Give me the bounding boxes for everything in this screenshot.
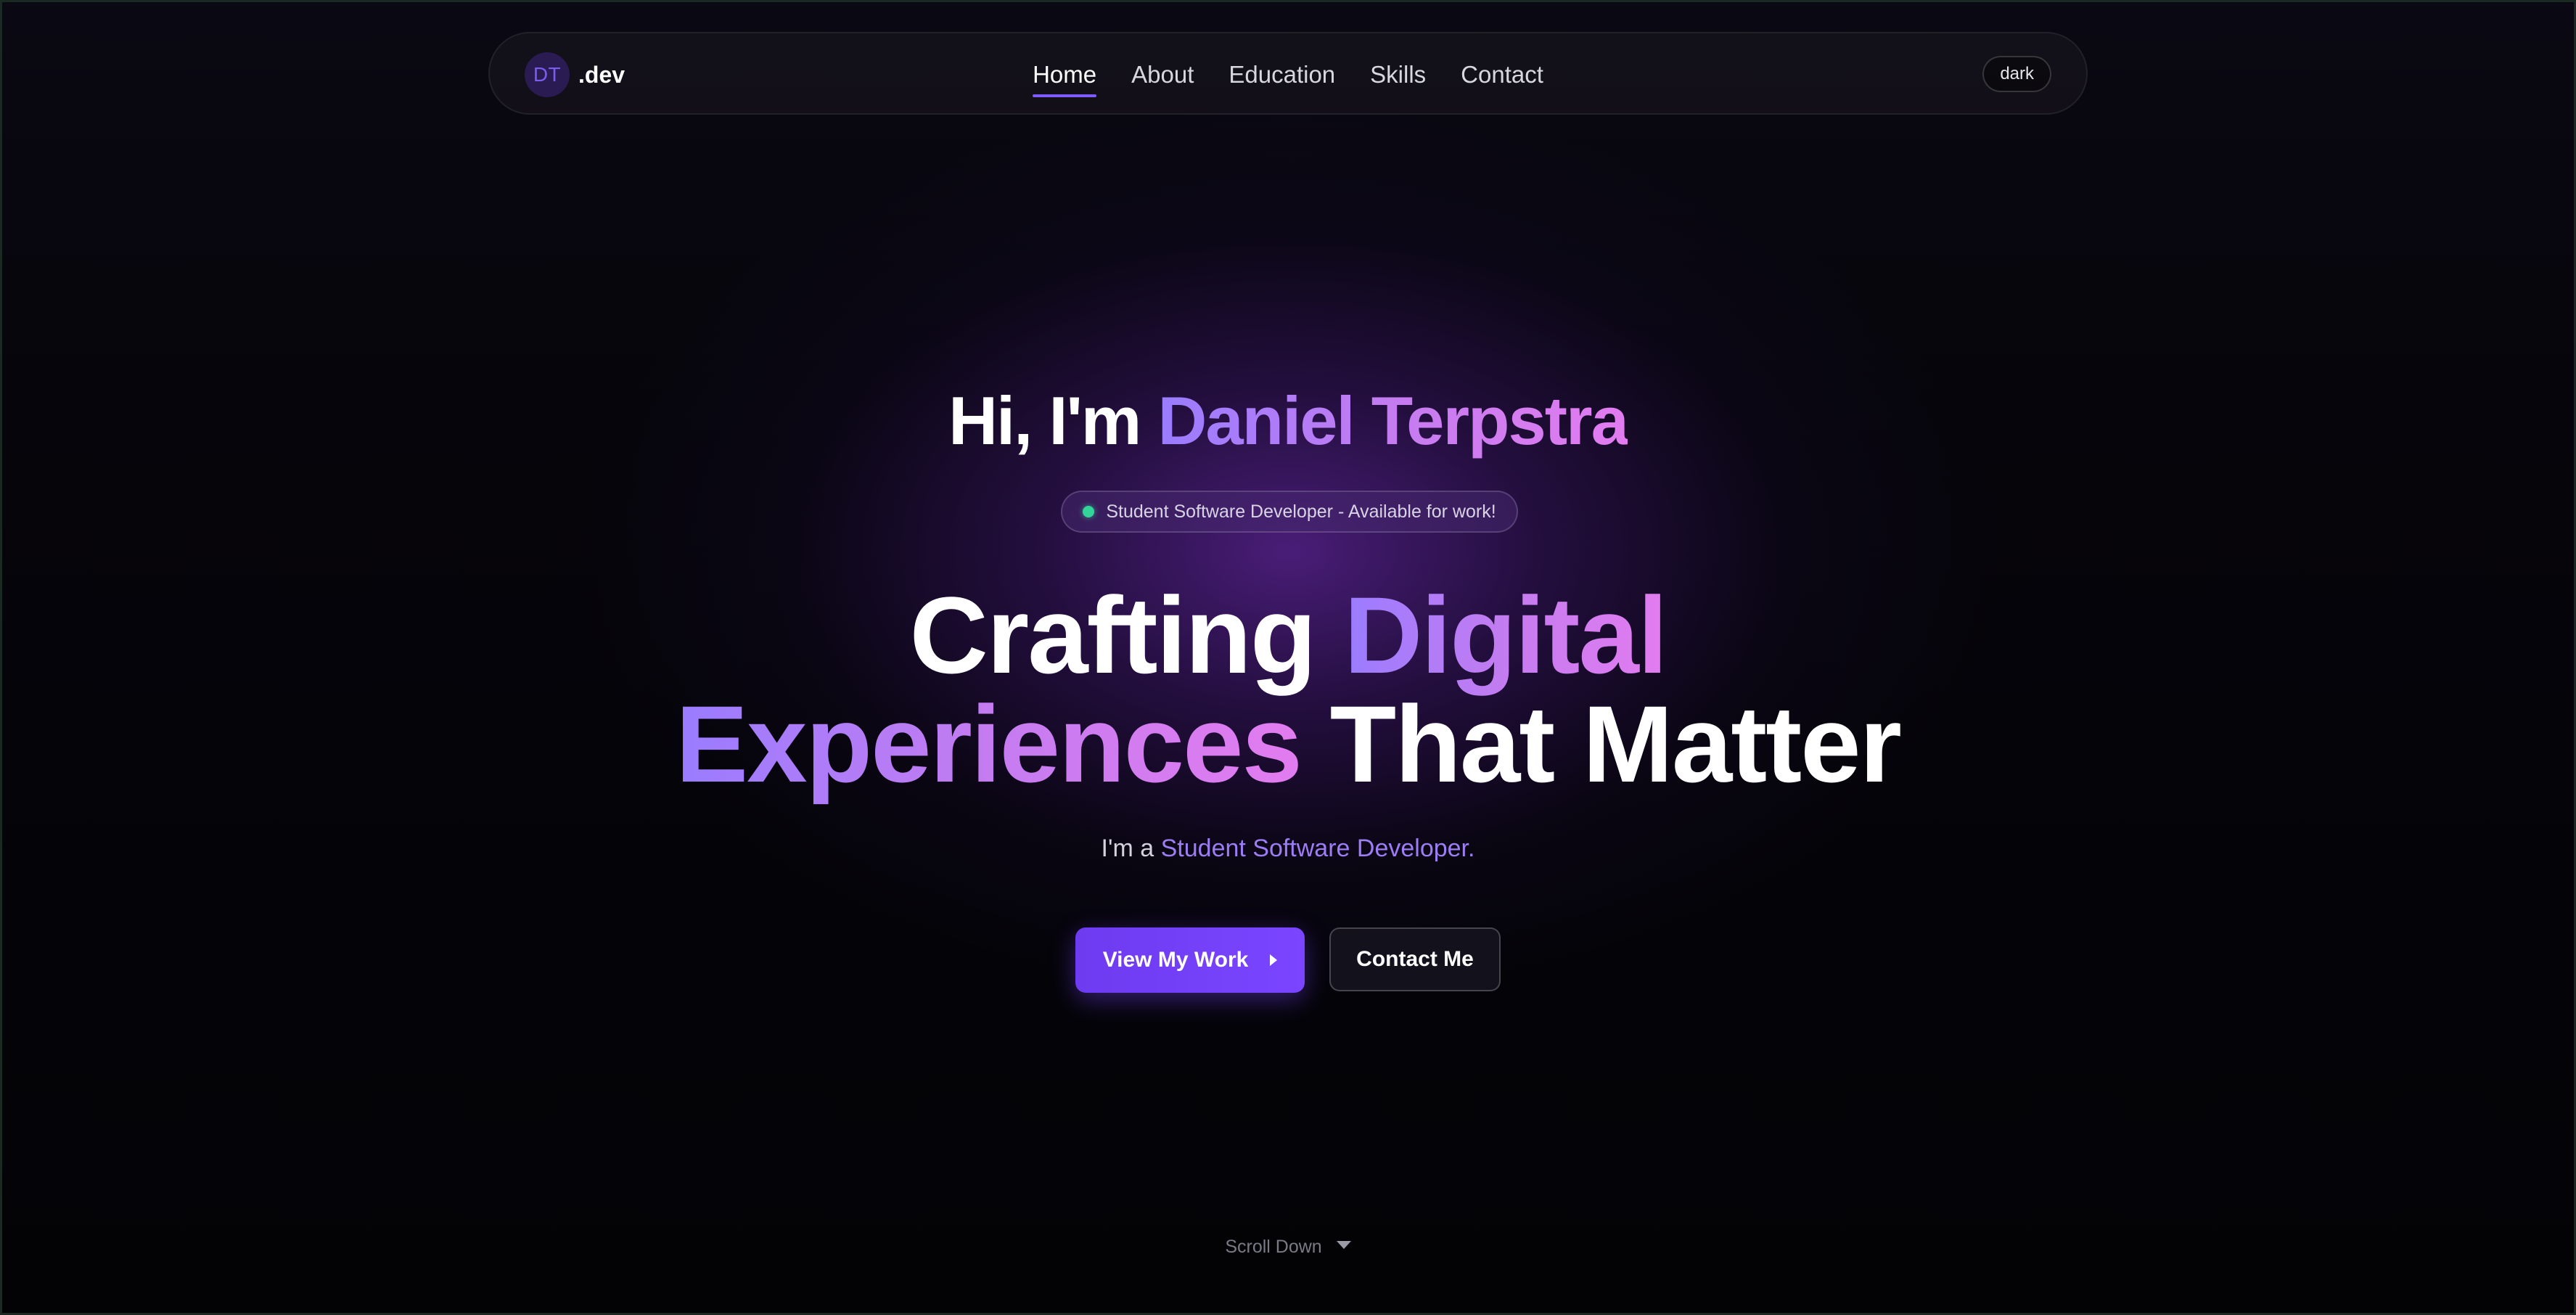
theme-toggle-button[interactable]: dark [1982,56,2051,92]
greeting-name: Daniel Terpstra [1157,382,1629,459]
navbar: DT .dev Home About Education Skills Cont… [488,32,2088,115]
nav-link-about[interactable]: About [1131,58,1194,91]
view-my-work-button[interactable]: View My Work [1075,927,1305,993]
greeting-heading: Hi, I'm Daniel Terpstra [0,377,2576,464]
status-text: Student Software Developer - Available f… [1106,501,1496,522]
hero-subtitle: I'm a Student Software Developer. [0,835,2576,863]
nav-link-skills[interactable]: Skills [1370,58,1426,91]
logo-suffix: .dev [578,61,625,88]
hero-headline: Crafting Digital Experiences That Matter [0,581,2576,798]
nav-link-home[interactable]: Home [1033,58,1097,97]
scroll-down-link[interactable]: Scroll Down [0,1237,2576,1258]
headline-line-1: Crafting Digital [0,581,2576,689]
contact-me-button[interactable]: Contact Me [1329,927,1501,991]
page: DT .dev Home About Education Skills Cont… [0,0,2576,1315]
arrow-right-icon [1270,954,1278,966]
brand-logo[interactable]: DT .dev [525,51,625,99]
subtitle-prefix: I'm a [1101,835,1154,862]
headline-word-crafting: Crafting [909,574,1317,696]
headline-word-digital: Digital [1344,574,1668,696]
headline-line-2: Experiences That Matter [0,689,2576,798]
greeting-prefix: Hi, I'm [948,382,1141,459]
status-dot-icon [1083,506,1095,517]
view-my-work-label: View My Work [1102,948,1249,972]
scroll-down-label: Scroll Down [1225,1237,1322,1257]
headline-word-experiences: Experiences [676,683,1303,805]
chevron-down-icon [1336,1241,1351,1249]
contact-me-label: Contact Me [1356,947,1474,971]
nav-link-education[interactable]: Education [1228,58,1335,91]
headline-word-that-matter: That Matter [1329,683,1902,805]
nav-link-contact[interactable]: Contact [1461,58,1543,91]
logo-avatar: DT [525,52,570,97]
nav-links: Home About Education Skills Contact [490,33,2086,116]
cta-row: View My Work Contact Me [0,927,2576,993]
status-badge: Student Software Developer - Available f… [1061,491,1518,533]
subtitle-role: Student Software Developer. [1160,835,1475,862]
